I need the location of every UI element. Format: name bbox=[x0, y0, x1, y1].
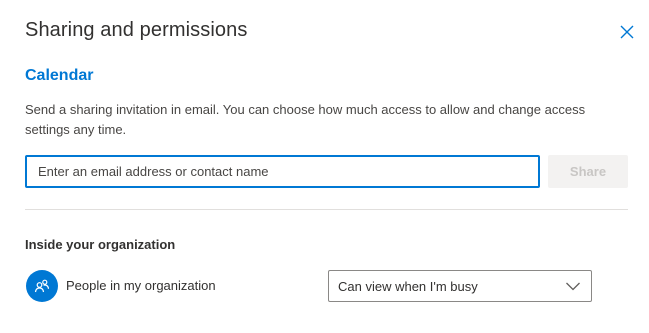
email-input[interactable] bbox=[25, 155, 540, 188]
permission-dropdown[interactable]: Can view when I'm busy bbox=[328, 270, 592, 302]
share-button[interactable]: Share bbox=[548, 155, 628, 188]
permission-value: Can view when I'm busy bbox=[338, 279, 478, 294]
chevron-down-icon bbox=[566, 282, 580, 291]
close-button[interactable] bbox=[618, 23, 636, 41]
sharing-permissions-dialog: Sharing and permissions Calendar Send a … bbox=[0, 0, 649, 333]
close-icon bbox=[620, 25, 634, 39]
dialog-title: Sharing and permissions bbox=[25, 19, 248, 41]
organization-heading: Inside your organization bbox=[25, 237, 176, 252]
sharing-description: Send a sharing invitation in email. You … bbox=[25, 102, 586, 137]
org-entry-label: People in my organization bbox=[66, 278, 216, 293]
divider bbox=[25, 209, 628, 210]
calendar-name: Calendar bbox=[25, 67, 94, 84]
people-icon bbox=[34, 279, 50, 293]
people-avatar bbox=[26, 270, 58, 302]
